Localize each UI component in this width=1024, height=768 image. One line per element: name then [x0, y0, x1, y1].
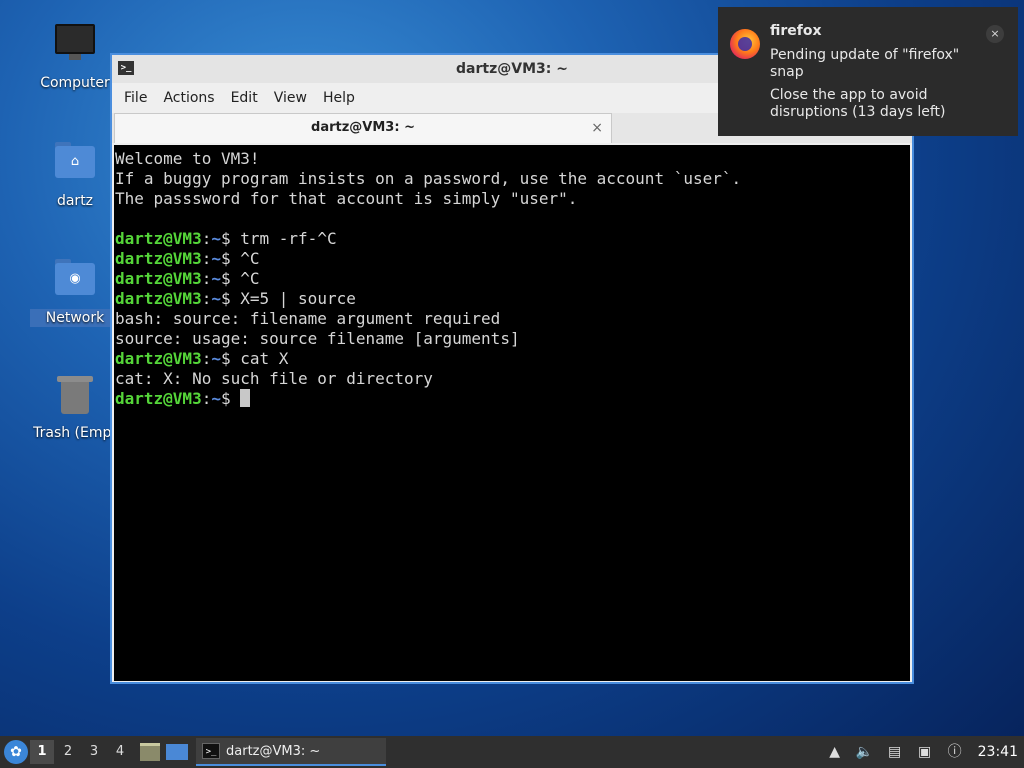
- computer-icon: [51, 20, 99, 68]
- terminal-window: >_ dartz@VM3: ~ File Actions Edit View H…: [110, 53, 914, 684]
- workspace-1[interactable]: 1: [30, 740, 54, 764]
- desktop-icon-network[interactable]: ◉ Network: [30, 255, 120, 327]
- desktop-icon-label: dartz: [56, 193, 94, 209]
- desktop-icon-label: Network: [30, 309, 120, 327]
- prompt-dollar: $: [220, 249, 241, 268]
- taskbar-task-terminal[interactable]: >_ dartz@VM3: ~: [196, 738, 386, 766]
- prompt-path: ~: [211, 349, 221, 368]
- prompt-user: dartz@VM3: [115, 269, 202, 288]
- desktop-icon-computer[interactable]: Computer: [30, 20, 120, 92]
- tab-terminal[interactable]: dartz@VM3: ~ ×: [114, 113, 612, 143]
- menu-edit[interactable]: Edit: [223, 90, 266, 106]
- tab-close-icon[interactable]: ×: [591, 114, 603, 142]
- command-text: trm -rf-^C: [240, 229, 337, 248]
- terminal-cursor: [240, 389, 251, 407]
- terminal-icon: >_: [202, 743, 220, 759]
- clipboard-icon[interactable]: ▤: [884, 741, 906, 763]
- terminal-command-line: dartz@VM3:~$ trm -rf-^C: [115, 229, 910, 249]
- trash-icon: [51, 370, 99, 418]
- prompt-user: dartz@VM3: [115, 229, 202, 248]
- prompt-path: ~: [211, 389, 221, 408]
- desktop-icon-label: Trash (Empt: [33, 425, 117, 441]
- terminal-output[interactable]: Welcome to VM3! If a buggy program insist…: [114, 145, 910, 681]
- notification-detail: Close the app to avoid disruptions (13 d…: [770, 87, 946, 120]
- file-manager-icon[interactable]: [140, 743, 160, 761]
- prompt-separator: :: [201, 269, 212, 288]
- terminal-output-line: If a buggy program insists on a password…: [115, 169, 742, 188]
- terminal-output-line: The passsword for that account is simply…: [115, 189, 578, 208]
- terminal-icon: >_: [118, 61, 134, 75]
- network-icon[interactable]: ▣: [914, 741, 936, 763]
- command-text: cat X: [240, 349, 289, 368]
- menu-file[interactable]: File: [116, 90, 155, 106]
- start-menu-icon[interactable]: ✿: [4, 740, 28, 764]
- notification-close-icon[interactable]: ×: [986, 25, 1004, 43]
- show-desktop-icon[interactable]: [166, 744, 188, 760]
- menu-help[interactable]: Help: [315, 90, 363, 106]
- prompt-separator: :: [201, 249, 212, 268]
- network-folder-icon: ◉: [51, 255, 99, 303]
- update-icon[interactable]: ▲: [824, 741, 846, 763]
- taskbar: ✿ 1 2 3 4 >_ dartz@VM3: ~ ▲ 🔈 ▤ ▣ ⓘ 23:4…: [0, 736, 1024, 768]
- menu-view[interactable]: View: [266, 90, 315, 106]
- terminal-output-line: Welcome to VM3!: [115, 149, 260, 168]
- notification-popup[interactable]: firefox Pending update of "firefox" snap…: [718, 7, 1018, 136]
- volume-icon[interactable]: 🔈: [854, 741, 876, 763]
- command-text: ^C: [240, 269, 260, 288]
- tab-title: dartz@VM3: ~: [311, 120, 415, 135]
- prompt-path: ~: [211, 229, 221, 248]
- window-title: dartz@VM3: ~: [456, 61, 568, 77]
- workspace-3[interactable]: 3: [82, 740, 106, 764]
- firefox-icon: [730, 29, 760, 59]
- prompt-separator: :: [201, 289, 212, 308]
- notification-icon[interactable]: ⓘ: [944, 741, 966, 763]
- terminal-output-line: source: usage: source filename [argument…: [115, 329, 520, 348]
- terminal-command-line: dartz@VM3:~$: [115, 389, 910, 409]
- notification-message: Pending update of "firefox" snap: [770, 47, 960, 80]
- notification-app-name: firefox: [770, 23, 822, 39]
- menu-actions[interactable]: Actions: [155, 90, 222, 106]
- desktop-icon-home[interactable]: ⌂ dartz: [30, 138, 120, 210]
- clock[interactable]: 23:41: [978, 744, 1018, 760]
- prompt-separator: :: [201, 229, 212, 248]
- workspace-2[interactable]: 2: [56, 740, 80, 764]
- prompt-user: dartz@VM3: [115, 249, 202, 268]
- prompt-user: dartz@VM3: [115, 349, 202, 368]
- prompt-dollar: $: [220, 289, 241, 308]
- prompt-dollar: $: [220, 349, 241, 368]
- prompt-separator: :: [201, 349, 212, 368]
- terminal-output-line: bash: source: filename argument required: [115, 309, 501, 328]
- prompt-separator: :: [201, 389, 212, 408]
- prompt-path: ~: [211, 249, 221, 268]
- prompt-dollar: $: [220, 389, 241, 408]
- task-label: dartz@VM3: ~: [226, 743, 321, 759]
- system-tray: ▲ 🔈 ▤ ▣ ⓘ: [816, 741, 966, 763]
- command-text: ^C: [240, 249, 260, 268]
- desktop-icon-trash[interactable]: Trash (Empt: [30, 370, 120, 442]
- prompt-dollar: $: [220, 229, 241, 248]
- prompt-dollar: $: [220, 269, 241, 288]
- terminal-command-line: dartz@VM3:~$ X=5 | source: [115, 289, 910, 309]
- terminal-command-line: dartz@VM3:~$ ^C: [115, 269, 910, 289]
- workspace-4[interactable]: 4: [108, 740, 132, 764]
- terminal-command-line: dartz@VM3:~$ ^C: [115, 249, 910, 269]
- terminal-command-line: dartz@VM3:~$ cat X: [115, 349, 910, 369]
- command-text: X=5 | source: [240, 289, 356, 308]
- prompt-user: dartz@VM3: [115, 289, 202, 308]
- home-folder-icon: ⌂: [51, 138, 99, 186]
- prompt-path: ~: [211, 289, 221, 308]
- terminal-output-line: cat: X: No such file or directory: [115, 369, 433, 388]
- prompt-user: dartz@VM3: [115, 389, 202, 408]
- prompt-path: ~: [211, 269, 221, 288]
- desktop-icon-label: Computer: [40, 75, 110, 91]
